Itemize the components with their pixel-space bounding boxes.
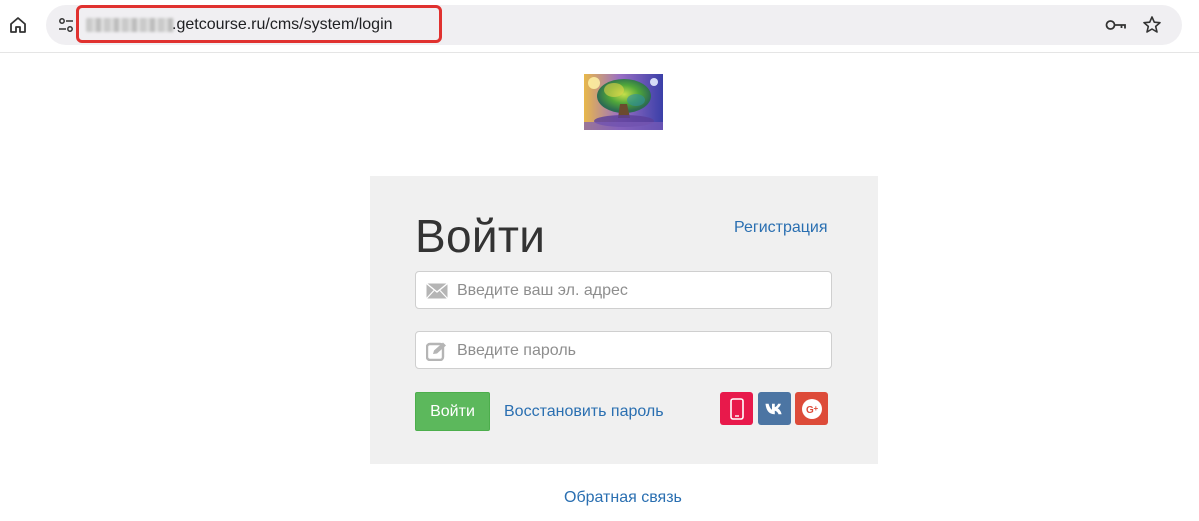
login-panel: Войти Регистрация Войти Восстановить пар…: [370, 176, 878, 464]
login-title: Войти: [415, 210, 546, 262]
login-button[interactable]: Войти: [415, 392, 490, 431]
tree-logo-image: [584, 74, 663, 130]
vk-login-button[interactable]: [758, 392, 791, 425]
site-logo: [584, 74, 663, 130]
bookmark-button[interactable]: [1141, 14, 1163, 36]
edit-icon: [426, 341, 448, 361]
url-redacted-part: [86, 18, 174, 32]
site-info-button[interactable]: [56, 15, 76, 35]
google-plus-login-button[interactable]: G +: [795, 392, 828, 425]
url-text[interactable]: .getcourse.ru/cms/system/login: [172, 15, 393, 35]
restore-password-link[interactable]: Восстановить пароль: [504, 403, 664, 421]
phone-login-button[interactable]: [720, 392, 753, 425]
password-manager-button[interactable]: [1104, 15, 1128, 35]
browser-toolbar: .getcourse.ru/cms/system/login: [0, 0, 1199, 53]
feedback-link[interactable]: Обратная связь: [564, 489, 682, 507]
star-icon: [1143, 16, 1161, 33]
password-input[interactable]: [455, 332, 829, 370]
home-icon: [10, 17, 26, 33]
envelope-icon: [426, 281, 448, 301]
vk-icon: [765, 403, 782, 414]
svg-text:+: +: [813, 404, 818, 413]
key-icon: [1105, 20, 1126, 30]
email-input[interactable]: [455, 272, 829, 310]
tune-icon: [59, 18, 73, 32]
email-field[interactable]: [415, 271, 832, 310]
google-plus-icon: G +: [801, 398, 822, 419]
phone-icon: [729, 397, 744, 420]
address-bar[interactable]: .getcourse.ru/cms/system/login: [46, 5, 1182, 45]
register-link[interactable]: Регистрация: [734, 219, 828, 237]
password-field[interactable]: [415, 331, 832, 370]
home-button[interactable]: [6, 13, 30, 37]
